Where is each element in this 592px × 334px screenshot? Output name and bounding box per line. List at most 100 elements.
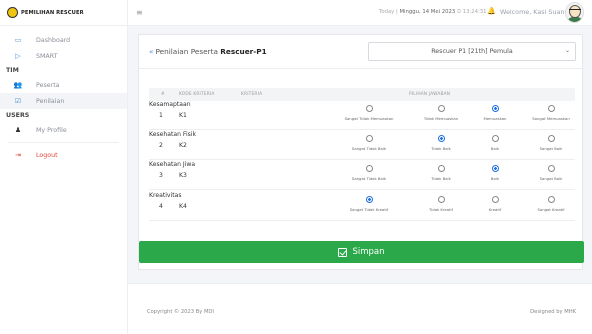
sidebar-item-logout[interactable]: ⇥ Logout: [0, 147, 127, 163]
participant-name: Rescuer-P1: [220, 47, 267, 56]
sidebar-item-label: Dashboard: [36, 36, 71, 44]
answer-option[interactable]: Sangat Tidak Memuaskan: [339, 105, 399, 121]
divider: [8, 142, 119, 143]
radio-button[interactable]: [437, 135, 445, 142]
row-number: 3: [159, 172, 163, 179]
radio-button[interactable]: [491, 105, 499, 112]
today-date: Minggu, 14 Mei 2023: [399, 9, 456, 15]
sidebar-item-smart[interactable]: ▷ SMART: [0, 48, 127, 64]
table-row: 4 K4 Kreativitas Sangat Tidak Kreatif Tidak …: [149, 192, 575, 221]
answer-option[interactable]: Tidak Memuaskan: [411, 105, 471, 121]
radio-button[interactable]: [437, 105, 445, 112]
row-number: 2: [159, 142, 163, 149]
answer-option[interactable]: Sangat Kreatif: [521, 196, 581, 212]
sidebar-item-dashboard[interactable]: ▭ Dashboard: [0, 32, 127, 48]
user-icon: ♟: [14, 126, 22, 134]
answer-option-label: Sangat Baik: [539, 176, 563, 181]
radio-button[interactable]: [547, 196, 555, 203]
bell-icon[interactable]: 🔔: [487, 7, 496, 15]
answer-option-label: Tidak Memuaskan: [423, 116, 459, 121]
sidebar-item-label: Peserta: [36, 81, 60, 89]
logout-icon: ⇥: [15, 151, 21, 159]
nav-heading-users: USERS: [6, 112, 30, 119]
sidebar-item-my-profile[interactable]: ♟ My Profile: [0, 122, 127, 138]
radio-button[interactable]: [365, 165, 373, 172]
answer-option-label: Memuaskan: [483, 116, 507, 121]
criteria-code: K4: [179, 203, 187, 210]
play-icon: ▷: [15, 52, 21, 60]
answer-option-label: Sangat Tidak Memuaskan: [344, 116, 394, 121]
today-time: 13:24:31: [462, 9, 487, 15]
answer-option[interactable]: Memuaskan: [465, 105, 525, 121]
answer-option[interactable]: Sangat Baik: [521, 165, 581, 181]
participant-select[interactable]: Rescuer P1 [21th] Pemula ⌄: [368, 42, 576, 61]
header-kriteria: KRITERIA: [241, 92, 263, 97]
criteria-name: Kreativitas: [149, 192, 182, 199]
page-title: Penilaian Peserta: [155, 47, 218, 56]
answer-option[interactable]: Tidak Kreatif: [411, 196, 471, 212]
table-row: 1 K1 Kesamaptaan Sangat Tidak Memuaskan Tida…: [149, 101, 575, 130]
sidebar-item-label: SMART: [36, 52, 58, 60]
header-pilihan: PILIHAN JAWABAN: [409, 92, 451, 97]
answer-option[interactable]: Sangat Baik: [521, 135, 581, 151]
sidebar: PEMILIHAN RESCUER ▭ Dashboard ▷ SMART TI…: [0, 0, 128, 334]
radio-button[interactable]: [491, 165, 499, 172]
today-datetime: Today | Minggu, 14 Mei 2023 ⏲ 13:24:31: [379, 9, 487, 15]
radio-button[interactable]: [365, 196, 373, 203]
welcome-text: Welcome, Kasi Suanda: [500, 8, 573, 16]
answer-option[interactable]: Baik: [465, 165, 525, 181]
sidebar-item-penilaian[interactable]: ☑ Penilaian: [0, 93, 127, 109]
brand[interactable]: PEMILIHAN RESCUER: [0, 0, 127, 26]
radio-button[interactable]: [547, 135, 555, 142]
monitor-icon: ▭: [14, 36, 22, 44]
card-header: «Penilaian Peserta Rescuer-P1 Rescuer P1…: [139, 35, 584, 69]
header-no: #: [161, 92, 165, 97]
answer-option-label: Sangat Tidak Baik: [351, 176, 387, 181]
answer-option[interactable]: Baik: [465, 135, 525, 151]
answer-option-label: Baik: [490, 146, 500, 151]
checkbox-check-icon: [338, 247, 348, 257]
criteria-name: Kesehatan Jiwa: [149, 161, 196, 168]
participant-select-value: Rescuer P1 [21th] Pemula: [431, 48, 513, 55]
criteria-name: Kesehatan Fisik: [149, 131, 197, 138]
row-number: 4: [159, 203, 163, 210]
answer-option-label: Sangat Tidak Baik: [351, 146, 387, 151]
radio-button[interactable]: [365, 135, 373, 142]
answer-option[interactable]: Tidak Baik: [411, 165, 471, 181]
radio-button[interactable]: [437, 196, 445, 203]
hamburger-menu-icon[interactable]: ≡: [136, 8, 143, 17]
radio-button[interactable]: [547, 105, 555, 112]
sidebar-item-peserta[interactable]: 👥 Peserta: [0, 77, 127, 93]
answer-option[interactable]: Tidak Baik: [411, 135, 471, 151]
criteria-code: K1: [179, 112, 187, 119]
table-header: # KODE KRITERIA KRITERIA PILIHAN JAWABAN: [149, 88, 575, 101]
radio-button[interactable]: [491, 196, 499, 203]
users-icon: 👥: [13, 81, 23, 89]
copyright-text: Copyright © 2023 By MDI: [147, 309, 214, 315]
radio-button[interactable]: [491, 135, 499, 142]
sidebar-item-label: My Profile: [36, 126, 67, 134]
answer-option[interactable]: Kreatif: [465, 196, 525, 212]
sidebar-item-label: Logout: [36, 151, 58, 159]
chevron-down-icon: ⌄: [564, 47, 570, 54]
checklist-icon: ☑: [14, 97, 22, 105]
radio-button[interactable]: [365, 105, 373, 112]
answer-option[interactable]: Sangat Memuaskan: [521, 105, 581, 121]
save-button[interactable]: Simpan: [139, 241, 584, 263]
answer-option[interactable]: Sangat Tidak Baik: [339, 135, 399, 151]
avatar[interactable]: [565, 2, 584, 23]
radio-button[interactable]: [437, 165, 445, 172]
today-label: Today: [379, 9, 395, 15]
back-link[interactable]: «Penilaian Peserta Rescuer-P1: [149, 47, 267, 56]
answer-option[interactable]: Sangat Tidak Baik: [339, 165, 399, 181]
radio-button[interactable]: [547, 165, 555, 172]
answer-option-label: Tidak Baik: [431, 146, 451, 151]
answer-option-label: Sangat Tidak Kreatif: [349, 207, 389, 212]
answer-option-label: Kreatif: [488, 207, 502, 212]
answer-option[interactable]: Sangat Tidak Kreatif: [339, 196, 399, 212]
answer-option-label: Sangat Kreatif: [537, 207, 565, 212]
brand-logo-icon: [7, 7, 18, 18]
table-row: 2 K2 Kesehatan Fisik Sangat Tidak Baik Tidak…: [149, 131, 575, 160]
answer-option-label: Sangat Baik: [539, 146, 563, 151]
table-row: 3 K3 Kesehatan Jiwa Sangat Tidak Baik Tidak …: [149, 161, 575, 190]
